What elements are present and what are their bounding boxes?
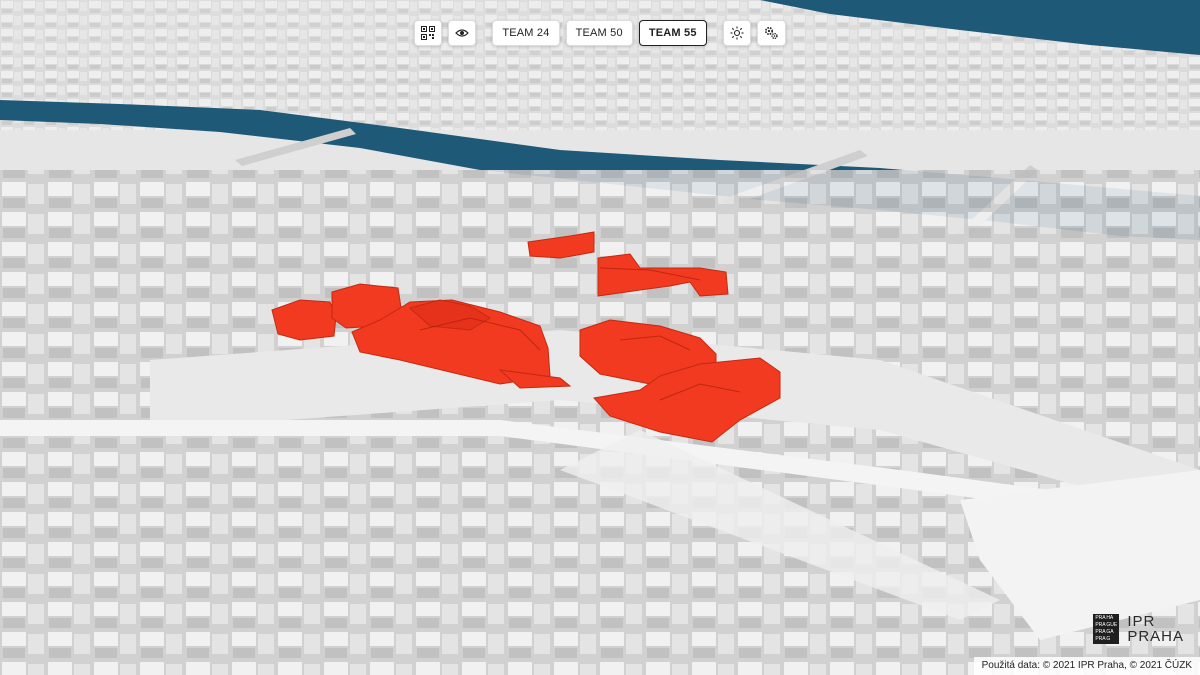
settings-gears-icon — [764, 26, 778, 40]
map-attribution: Použitá data: © 2021 IPR Praha, © 2021 Č… — [973, 657, 1200, 675]
logo-line-2: PRAHA — [1127, 628, 1184, 645]
eye-icon — [455, 29, 470, 37]
team-24-button[interactable]: TEAM 24 — [492, 20, 560, 46]
logo-line-1: IPR — [1127, 613, 1156, 630]
team-50-button[interactable]: TEAM 50 — [565, 20, 633, 46]
toolbar: TEAM 24 TEAM 50 TEAM 55 — [0, 20, 1200, 46]
lighting-button[interactable] — [722, 20, 751, 46]
ipr-praha-logo: PRA HA PRA GUE PRA GA PRA G IPR PRAHA — [1093, 614, 1184, 644]
settings-button[interactable] — [756, 20, 786, 46]
logo-mark: PRA HA PRA GUE PRA GA PRA G — [1093, 614, 1120, 644]
qr-code-icon — [421, 26, 436, 40]
logo-text: IPR PRAHA — [1127, 614, 1184, 644]
visibility-button[interactable] — [448, 20, 477, 46]
qr-code-button[interactable] — [414, 20, 443, 46]
3d-city-map[interactable] — [0, 0, 1200, 675]
sun-icon — [730, 26, 744, 40]
team-55-button[interactable]: TEAM 55 — [638, 20, 707, 46]
